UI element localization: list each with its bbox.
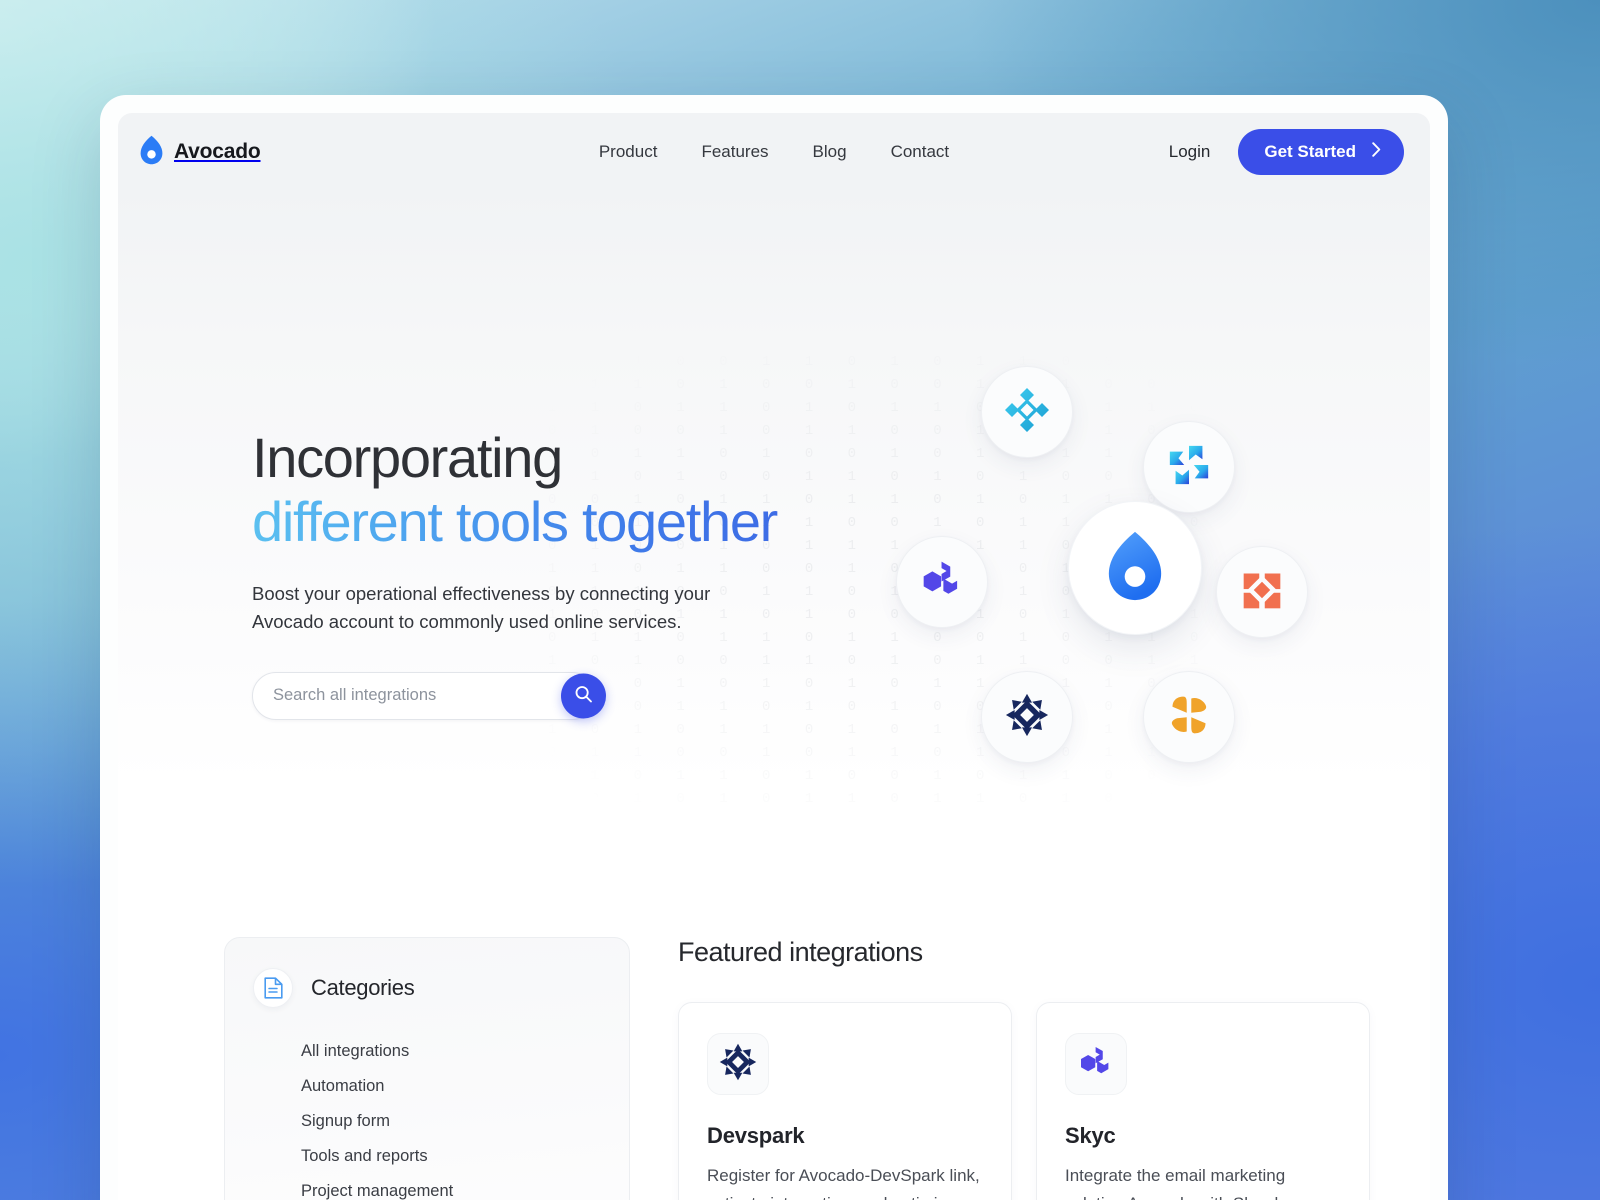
search-icon [574, 685, 593, 707]
integration-bubble-tiles[interactable] [1216, 546, 1308, 638]
get-started-label: Get Started [1264, 142, 1356, 161]
page-backdrop: Avocado Product Features Blog Contact Lo… [0, 0, 1600, 1200]
integration-card-description: Register for Avocado-DevSpark link, acti… [707, 1166, 980, 1200]
nav-item-blog[interactable]: Blog [813, 142, 847, 162]
header-actions: Login Get Started [1169, 129, 1404, 175]
browser-card-frame: Avocado Product Features Blog Contact Lo… [100, 95, 1448, 1200]
categories-list: All integrations Automation Signup form … [253, 1034, 601, 1200]
nav-item-product[interactable]: Product [599, 142, 658, 162]
nexa-diamond-icon [1003, 386, 1051, 439]
devspark-star-icon [1005, 693, 1049, 742]
category-item-signup-form[interactable]: Signup form [253, 1104, 601, 1139]
integration-bubble-devspark[interactable] [981, 671, 1073, 763]
brand-name: Avocado [174, 140, 261, 163]
integration-card-icon-tile [707, 1033, 769, 1095]
featured-integrations-title: Featured integrations [678, 937, 923, 967]
avocado-droplet-logo-icon [140, 135, 163, 170]
integration-bubble-avocado[interactable] [1068, 501, 1202, 635]
brand-logo-link[interactable]: Avocado [140, 135, 261, 170]
petal-pinwheel-icon [1167, 693, 1211, 742]
integration-bubble-swirl[interactable] [1143, 421, 1235, 513]
integration-card-name: Devspark [707, 1123, 805, 1148]
nav-item-contact[interactable]: Contact [891, 142, 950, 162]
hero-heading: Incorporating different tools together [252, 426, 872, 554]
integration-card-icon-tile [1065, 1033, 1127, 1095]
hero-subheading: Boost your operational effectiveness by … [252, 582, 711, 632]
site-header: Avocado Product Features Blog Contact Lo… [118, 113, 1430, 191]
featured-integrations-section: Featured integrations Devspark Register … [678, 937, 1370, 1200]
swirl-arrows-icon [1166, 442, 1212, 493]
site-viewport: Avocado Product Features Blog Contact Lo… [118, 113, 1430, 1200]
integration-bubble-nexa[interactable] [981, 366, 1073, 458]
featured-cards-row: Devspark Register for Avocado-DevSpark l… [678, 1002, 1370, 1200]
integration-card-devspark[interactable]: Devspark Register for Avocado-DevSpark l… [678, 1002, 1012, 1200]
category-item-all-integrations[interactable]: All integrations [253, 1034, 601, 1069]
skyc-hexagons-icon [1078, 1044, 1114, 1085]
categories-title: Categories [311, 975, 415, 1000]
main-nav: Product Features Blog Contact [599, 142, 949, 162]
integration-bubble-skyc[interactable] [896, 536, 988, 628]
category-item-automation[interactable]: Automation [253, 1069, 601, 1104]
chevron-right-icon [1372, 142, 1381, 162]
search-submit-button[interactable] [561, 673, 606, 719]
integration-icon-cluster [878, 366, 1308, 786]
document-icon [253, 968, 293, 1008]
tiles-diamond-icon [1240, 568, 1284, 617]
login-link[interactable]: Login [1169, 142, 1211, 162]
category-item-tools-and-reports[interactable]: Tools and reports [253, 1139, 601, 1174]
lower-section: Categories All integrations Automation S… [118, 881, 1430, 1200]
skyc-hexagons-icon [920, 558, 964, 607]
search-bar [252, 671, 606, 720]
hero-copy: Incorporating different tools together B… [252, 426, 872, 720]
categories-header: Categories [253, 968, 601, 1008]
nav-item-features[interactable]: Features [701, 142, 768, 162]
hero-section: 1 0 1 0 0 1 1 0 1 0 1 1 0 0 1 0 0 1 1 0 … [118, 191, 1430, 881]
avocado-droplet-logo-icon [1107, 530, 1163, 607]
integration-card-description: Integrate the email marketing solution A… [1065, 1166, 1292, 1200]
integration-bubble-petal[interactable] [1143, 671, 1235, 763]
category-item-project-management[interactable]: Project management [253, 1174, 601, 1200]
hero-heading-line1: Incorporating [252, 426, 563, 489]
integration-card-name: Skyc [1065, 1123, 1116, 1148]
categories-panel: Categories All integrations Automation S… [224, 937, 630, 1200]
search-input[interactable] [252, 671, 596, 720]
hero-heading-line2: different tools together [252, 490, 872, 554]
get-started-button[interactable]: Get Started [1238, 129, 1404, 175]
integration-card-skyc[interactable]: Skyc Integrate the email marketing solut… [1036, 1002, 1370, 1200]
devspark-star-icon [719, 1043, 757, 1086]
